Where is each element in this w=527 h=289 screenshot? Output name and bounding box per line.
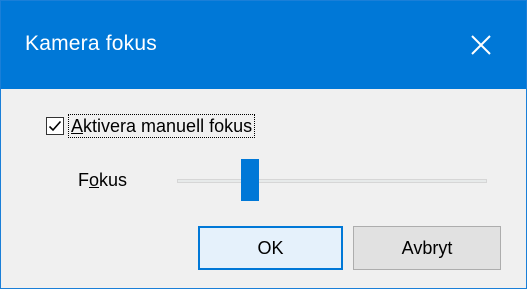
focus-label: Fokus xyxy=(78,169,127,191)
ok-button[interactable]: OK xyxy=(198,226,343,270)
manual-focus-label[interactable]: Aktivera manuell fokus xyxy=(67,114,256,138)
focus-slider[interactable] xyxy=(177,159,487,203)
checkmark-icon xyxy=(48,120,62,132)
close-icon xyxy=(471,35,491,55)
manual-focus-checkbox[interactable] xyxy=(46,117,64,135)
accelerator-key: A xyxy=(71,116,84,136)
cancel-button[interactable]: Avbryt xyxy=(353,226,501,270)
accelerator-key: o xyxy=(89,170,100,190)
title-bar[interactable]: Kamera fokus xyxy=(1,1,526,89)
manual-focus-checkbox-row[interactable]: Aktivera manuell fokus xyxy=(46,114,256,138)
focus-label-pre: F xyxy=(78,170,89,190)
camera-focus-dialog: Kamera fokus Aktivera manuell fokus Foku… xyxy=(0,0,527,289)
focus-label-rest: kus xyxy=(99,170,128,190)
slider-track[interactable] xyxy=(177,179,487,183)
close-button[interactable] xyxy=(436,1,526,89)
window-title: Kamera fokus xyxy=(25,32,157,55)
slider-thumb[interactable] xyxy=(240,159,259,201)
manual-focus-label-text: ktivera manuell fokus xyxy=(83,116,253,136)
